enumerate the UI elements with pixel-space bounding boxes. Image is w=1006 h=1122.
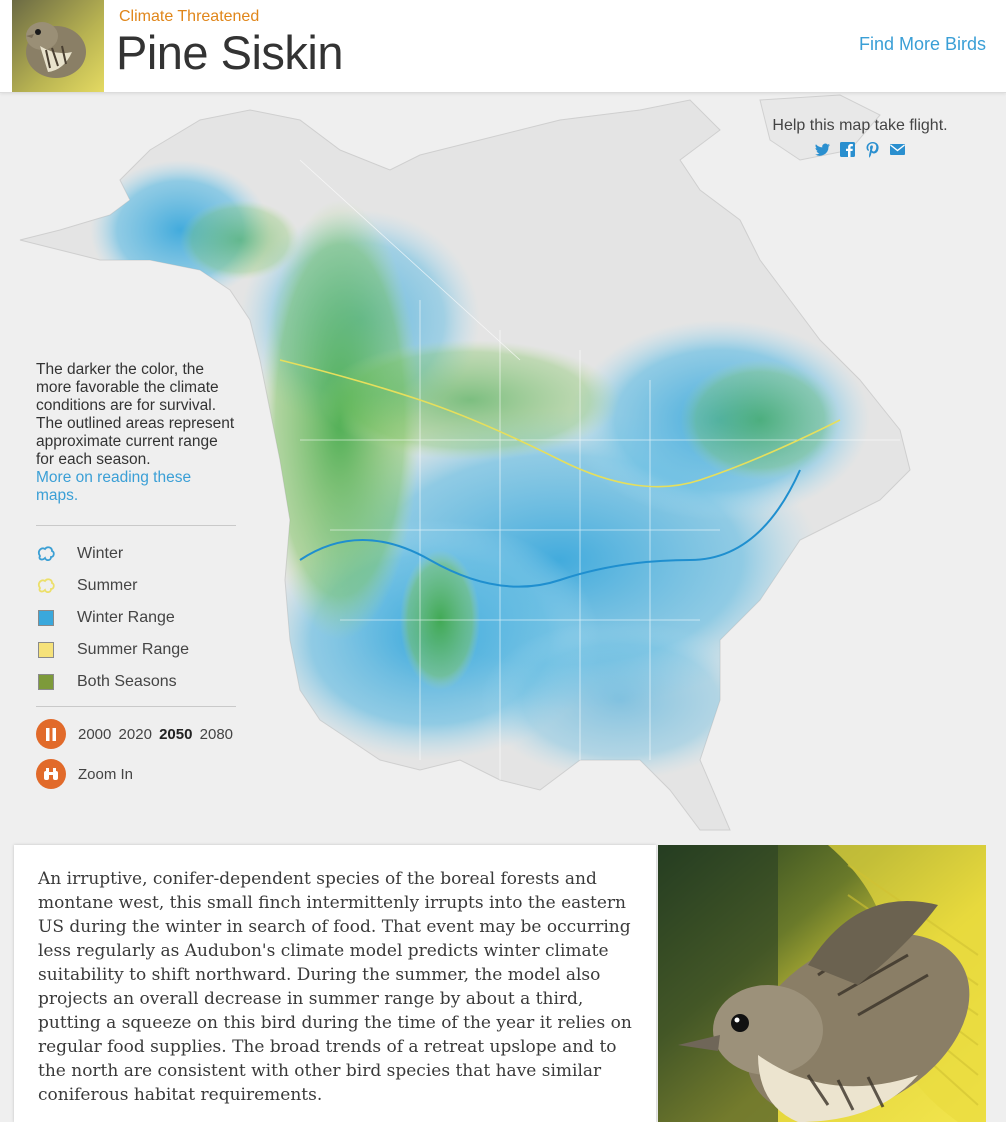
year-controls: 2000 2020 2050 2080 (36, 719, 236, 749)
legend-divider (36, 525, 236, 526)
legend-item-winter-range: Winter Range (36, 602, 236, 634)
zoom-in-button[interactable] (36, 759, 66, 789)
reading-maps-link[interactable]: More on reading these maps. (36, 469, 236, 505)
legend-divider (36, 706, 236, 707)
summer-range-swatch (38, 642, 54, 658)
header: Climate Threatened Pine Siskin Find More… (0, 0, 1006, 93)
legend-label: Winter (77, 545, 124, 562)
page-title: Pine Siskin (116, 26, 344, 79)
binoculars-icon (44, 768, 58, 780)
species-thumbnail[interactable] (12, 0, 104, 92)
species-description: An irruptive, conifer-dependent species … (38, 869, 632, 1105)
zoom-control[interactable]: Zoom In (36, 759, 236, 789)
winter-range-swatch (38, 610, 54, 626)
year-2000[interactable]: 2000 (78, 726, 111, 743)
year-2020[interactable]: 2020 (119, 726, 152, 743)
winter-outline-icon (36, 544, 56, 564)
summer-outline-icon (36, 576, 56, 596)
legend-description: The darker the color, the more favorable… (36, 361, 235, 468)
species-description-card: An irruptive, conifer-dependent species … (14, 845, 656, 1122)
facebook-icon[interactable] (839, 141, 856, 158)
legend-label: Summer (77, 577, 138, 594)
both-seasons-swatch (38, 674, 54, 690)
species-photo (658, 845, 986, 1122)
legend-label: Summer Range (77, 641, 190, 658)
find-more-birds-link[interactable]: Find More Birds (859, 34, 986, 55)
pinterest-icon[interactable] (864, 141, 881, 158)
year-2080[interactable]: 2080 (200, 726, 233, 743)
conservation-status: Climate Threatened (119, 8, 260, 25)
twitter-icon[interactable] (814, 141, 831, 158)
legend-item-both-seasons: Both Seasons (36, 666, 236, 698)
legend-label: Both Seasons (77, 673, 177, 690)
range-map[interactable]: Help this map take flight. The darker th… (0, 93, 1006, 845)
year-2050[interactable]: 2050 (159, 726, 192, 743)
pause-icon (46, 727, 56, 741)
legend-label: Winter Range (77, 609, 175, 626)
zoom-in-label: Zoom In (78, 765, 134, 783)
legend-item-summer: Summer (36, 570, 236, 602)
legend-item-winter: Winter (36, 538, 236, 570)
email-icon[interactable] (889, 141, 906, 158)
share-title: Help this map take flight. (772, 117, 948, 134)
legend-item-summer-range: Summer Range (36, 634, 236, 666)
map-legend: The darker the color, the more favorable… (36, 361, 236, 789)
pause-button[interactable] (36, 719, 66, 749)
share-box: Help this map take flight. (760, 117, 960, 158)
